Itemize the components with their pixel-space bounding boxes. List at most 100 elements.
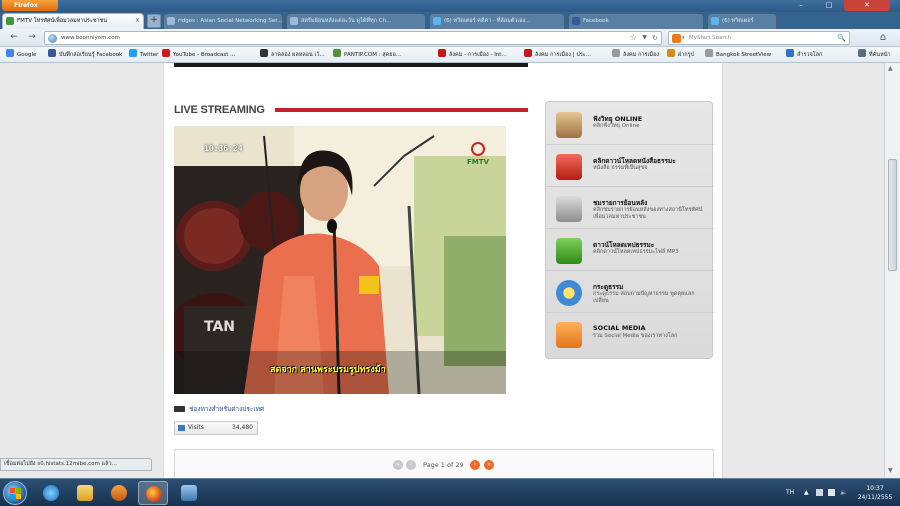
bookmark-item[interactable]: ที่คั่นหน้า <box>858 47 891 63</box>
sidebar-item-film[interactable]: ชมรายการย้อนหลัง คลิกชมรายการย้อนหลังของท… <box>546 188 714 229</box>
bookmark-favicon-icon <box>48 49 56 57</box>
sidebar-item-radio[interactable]: ฟังวิทยุ ONLINE คลิกฟังวิทยุ Online <box>546 104 714 145</box>
clock-date[interactable]: 24/11/2555 <box>856 494 894 501</box>
prev-page-icon[interactable]: ‹ <box>406 460 416 470</box>
network-icon[interactable] <box>828 489 835 496</box>
bookmark-label: Google <box>17 52 37 58</box>
tab-strip: FMTV โทรทัศน์เพื่อมวลมหาประชาชน × + ridg… <box>0 12 900 29</box>
bookmark-item[interactable]: PANTIP.COM : สุดยอ... <box>333 47 401 63</box>
bookmark-favicon-icon <box>162 49 170 57</box>
home-icon[interactable]: ⌂ <box>876 31 890 45</box>
tab-twitter-1[interactable]: (6) ทวิตเตอร์ คดีค่า - ที่ล้อมตัวเอง... <box>429 13 565 29</box>
bookmark-item[interactable]: Google <box>6 47 36 63</box>
taskbar-firefox[interactable] <box>138 481 168 505</box>
clock-time[interactable]: 10:37 <box>860 485 890 492</box>
language-indicator[interactable]: TH <box>786 489 794 496</box>
url-history-dropdown-icon[interactable]: ▼ <box>642 32 647 44</box>
search-go-icon[interactable]: 🔍 <box>837 32 846 44</box>
bookmark-favicon-icon <box>129 49 137 57</box>
header-strip <box>174 63 528 67</box>
sidebar-item-rss[interactable]: SOCIAL MEDIA รวม Social Media ของเราทางโล… <box>546 314 714 355</box>
search-input[interactable]: MyStart Search <box>689 32 731 44</box>
bookmark-label: ล้งคม - การเมือง - Int... <box>449 52 507 58</box>
first-page-icon[interactable]: « <box>393 460 403 470</box>
bookmark-label: บันทึกล่อเรียนรู้ Facebook <box>59 52 123 58</box>
close-window-icon[interactable]: ✕ <box>844 0 890 11</box>
sidebar-item-description: คลิกดาวน์โหลดเทปธรรมะไฟล์ MP3 <box>593 249 679 255</box>
foreign-channel-link[interactable]: ช่องทางสำหรับต่างประเทศ <box>174 404 264 414</box>
visits-label: Visits <box>188 424 204 431</box>
video-caption: สดจาก ลานพระบรมรูปทรงม้า <box>270 365 386 375</box>
tab-fmtv[interactable]: FMTV โทรทัศน์เพื่อมวลมหาประชาชน × <box>2 13 144 29</box>
taskbar-explorer[interactable] <box>70 481 100 505</box>
page-viewport: LIVE STREAMING TAN 10:36:24 FMTV สดจาก ล… <box>0 63 884 478</box>
bookmark-item[interactable]: ฝากรูป <box>667 47 694 63</box>
firefox-menu-button[interactable]: Firefox <box>2 0 58 11</box>
taskbar-media-player[interactable] <box>104 481 134 505</box>
sidebar-item-description: คลิกฟังวิทยุ Online <box>593 123 640 129</box>
sidebar-item-title: SOCIAL MEDIA <box>593 324 646 332</box>
url-bar[interactable]: www.boonniyom.com ☆ ▼ ↻ <box>44 31 662 45</box>
tab-close-icon[interactable]: × <box>135 14 140 28</box>
volume-icon[interactable]: 🔈 <box>840 489 847 496</box>
maximize-icon[interactable]: □ <box>816 0 842 11</box>
bookmark-label: ฝากรูป <box>678 52 695 58</box>
tray-expand-icon[interactable]: ▲ <box>804 489 811 496</box>
bookmark-item[interactable]: Bangkok StreetView <box>705 47 771 63</box>
foreign-channel-link-text: ช่องทางสำหรับต่างประเทศ <box>189 405 264 413</box>
scroll-up-icon[interactable]: ▲ <box>888 65 893 72</box>
scroll-down-icon[interactable]: ▼ <box>888 467 893 474</box>
tab-stream-archive[interactable]: สตรีมย้อนหลังแต่ละวัน ดูได้ที่ทุก Ch... <box>286 13 426 29</box>
bookmark-item[interactable]: ลาดล่อง ผลหลอน เว้... <box>260 47 325 63</box>
vertical-scrollbar[interactable]: ▲ ▼ <box>884 63 900 478</box>
svg-text:TAN: TAN <box>204 319 235 335</box>
page-indicator: Page 1 of 29 <box>423 461 464 469</box>
reload-icon[interactable]: ↻ <box>652 32 658 44</box>
tab-favicon-icon <box>167 17 175 25</box>
start-button[interactable] <box>3 481 27 505</box>
action-center-icon[interactable] <box>816 489 823 496</box>
bookmark-item[interactable]: ล้งคม การเมือง | ประ... <box>524 47 591 63</box>
app-window-icon <box>181 485 197 501</box>
next-page-icon[interactable]: › <box>470 460 480 470</box>
bookmark-favicon-icon <box>260 49 268 57</box>
minimize-icon[interactable]: – <box>788 0 814 11</box>
firefox-menu-label: Firefox <box>14 2 38 9</box>
bookmark-item[interactable]: YouTube - Broadcast ... <box>162 47 235 63</box>
tab-ridges[interactable]: ridges : Asian Social Networking Ser... <box>163 13 283 29</box>
visits-counter[interactable]: Visits 34,480 <box>174 421 258 435</box>
forward-icon[interactable]: → <box>26 32 38 44</box>
new-tab-button[interactable]: + <box>147 14 161 28</box>
live-video-player[interactable]: TAN 10:36:24 FMTV สดจาก ลานพระบรมรูปทรงม… <box>174 126 506 394</box>
tab-title: FMTV โทรทัศน์เพื่อมวลมหาประชาชน <box>17 18 108 24</box>
tab-facebook[interactable]: Facebook <box>568 13 704 29</box>
bookmark-item[interactable]: ล้งคม การเมือง <box>612 47 659 63</box>
last-page-icon[interactable]: » <box>484 460 494 470</box>
sidebar-item-chat[interactable]: กระดูธรรม กระดูธรรม สอบถามปัญหาธรรม พูดคุ… <box>546 272 714 313</box>
navigation-toolbar: ← → www.boonniyom.com ☆ ▼ ↻ ▾ MyStart Se… <box>0 29 900 47</box>
bookmark-favicon-icon <box>667 49 675 57</box>
media-player-icon <box>111 485 127 501</box>
tab-twitter-2[interactable]: (6) ทวิตเตอร์ <box>707 13 777 29</box>
bookmark-item[interactable]: ล้งคม - การเมือง - Int... <box>438 47 507 63</box>
url-text: www.boonniyom.com <box>61 35 120 41</box>
bookmark-label: Twitter <box>140 52 159 58</box>
bookmark-star-icon[interactable]: ☆ <box>630 32 637 44</box>
back-icon[interactable]: ← <box>8 32 20 44</box>
sidebar-item-pdf[interactable]: คลิกดาวน์โหลดหนังสือธรรมะ หนังสือ ธรรมที่… <box>546 146 714 187</box>
bookmark-label: ล้งคม การเมือง | ประ... <box>535 52 591 58</box>
heading-accent-bar <box>275 108 528 112</box>
search-engine-icon[interactable] <box>672 34 681 43</box>
bookmark-item[interactable]: บันทึกล่อเรียนรู้ Facebook <box>48 47 122 63</box>
taskbar-ie[interactable] <box>36 481 66 505</box>
site-identity-icon[interactable] <box>48 34 57 43</box>
bookmark-item[interactable]: Twitter <box>129 47 158 63</box>
search-engine-dropdown-icon[interactable]: ▾ <box>682 32 685 44</box>
scrollbar-thumb[interactable] <box>888 159 897 271</box>
channel-logo-icon <box>174 406 185 412</box>
window-titlebar: Firefox – □ ✕ <box>0 0 900 12</box>
search-bar[interactable]: ▾ MyStart Search 🔍 <box>668 31 850 45</box>
taskbar-app[interactable] <box>174 481 204 505</box>
sidebar-item-music[interactable]: ดาวน์โหลดเทปธรรมะ คลิกดาวน์โหลดเทปธรรมะไฟ… <box>546 230 714 271</box>
bookmark-item[interactable]: สำรวจโลก <box>786 47 822 63</box>
